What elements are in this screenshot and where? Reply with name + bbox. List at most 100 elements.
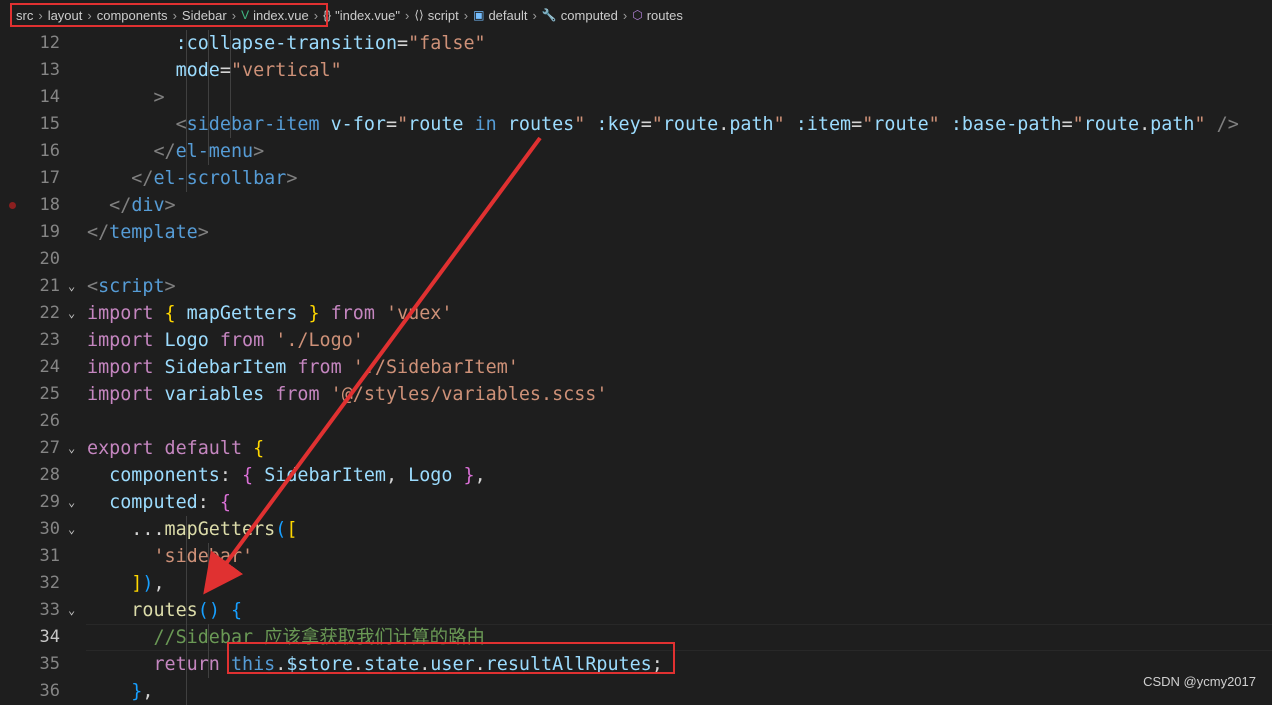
code-token: = [219, 60, 231, 81]
code-line[interactable]: 15 <sidebar-item v-for="route in routes"… [0, 111, 1272, 138]
indent-guide [186, 84, 187, 111]
code-token: div [131, 195, 165, 216]
code-token: ; [651, 654, 663, 675]
code-line[interactable]: 12 :collapse-transition="false" [0, 30, 1272, 57]
code-token: = [397, 33, 409, 54]
code-token: SidebarItem [264, 465, 386, 486]
breadcrumb-separator-icon: › [231, 7, 237, 23]
code-line[interactable]: 26 [0, 408, 1272, 435]
code-token: = [851, 114, 863, 135]
code-line[interactable]: 18 </div> [0, 192, 1272, 219]
breadcrumb-item[interactable]: ⟨⟩ script [414, 8, 458, 23]
code-line[interactable]: 21 ⌄ <script> [0, 273, 1272, 300]
code-line[interactable]: 19 </template> [0, 219, 1272, 246]
fold-chevron-icon[interactable]: ⌄ [68, 300, 75, 327]
code-text: 'sidebar' [87, 543, 253, 570]
code-token: route [408, 114, 464, 135]
code-text: import SidebarItem from './SidebarItem' [87, 354, 519, 381]
code-token: route [662, 114, 719, 135]
code-line[interactable]: 36 }, [0, 678, 1272, 705]
breadcrumb-label: components [96, 7, 168, 23]
breadcrumb-item[interactable]: {} "index.vue" [323, 8, 400, 23]
code-text: ...mapGetters([ [87, 516, 297, 543]
code-editor[interactable]: 12 :collapse-transition="false" 13 mode="… [0, 30, 1272, 705]
code-token: < [87, 276, 99, 297]
breadcrumb-label: src [16, 7, 34, 23]
line-number: 13 [39, 60, 60, 80]
code-line[interactable]: 33 ⌄ routes() { [0, 597, 1272, 624]
code-line[interactable]: 28 components: { SidebarItem, Logo }, [0, 462, 1272, 489]
code-token: Logo [408, 465, 453, 486]
fold-chevron-icon[interactable]: ⌄ [68, 273, 75, 300]
code-token: </ [87, 222, 110, 243]
braces-icon: {} [323, 8, 332, 22]
line-number: 12 [39, 33, 60, 53]
vue-file-icon: V [241, 8, 250, 22]
fold-chevron-icon[interactable]: ⌄ [68, 597, 75, 624]
breadcrumb-separator-icon: › [87, 7, 92, 23]
breadcrumb-separator-icon: › [463, 7, 469, 23]
breadcrumb-item[interactable]: components [97, 8, 168, 23]
code-token: > [164, 195, 176, 216]
breadcrumb-item[interactable]: layout [48, 8, 83, 23]
code-line[interactable]: 29 ⌄ computed: { [0, 489, 1272, 516]
line-number: 30 [39, 519, 60, 539]
code-token: template [109, 222, 198, 243]
code-line[interactable]: 24 import SidebarItem from './SidebarItem… [0, 354, 1272, 381]
code-line[interactable]: 34 //Sidebar 应该拿获取我们计算的路由 [0, 624, 1272, 651]
code-token: route [1083, 114, 1140, 135]
code-token: routes [131, 600, 198, 621]
fold-chevron-icon[interactable]: ⌄ [68, 489, 75, 516]
code-token: v-for [330, 114, 386, 135]
line-number: 16 [39, 141, 60, 161]
breadcrumb-separator-icon: › [622, 7, 628, 23]
code-token: = [385, 114, 398, 135]
code-line[interactable]: 14 > [0, 84, 1272, 111]
code-token: : [219, 465, 243, 486]
breadcrumb-label: script [427, 7, 459, 23]
code-token: :item [795, 114, 852, 135]
code-line[interactable]: 22 ⌄ import { mapGetters } from 'vuex' [0, 300, 1272, 327]
code-token: = [640, 114, 652, 135]
code-text: //Sidebar 应该拿获取我们计算的路由 [87, 624, 484, 651]
breadcrumb-item[interactable]: Vindex.vue [241, 8, 309, 23]
code-token: " [862, 114, 874, 135]
code-line[interactable]: 25 import variables from '@/styles/variab… [0, 381, 1272, 408]
breadcrumb-item[interactable]: ⬡ routes [632, 8, 683, 23]
breakpoint-dot-icon[interactable] [9, 202, 16, 209]
code-line[interactable]: 31 'sidebar' [0, 543, 1272, 570]
breadcrumb-item[interactable]: Sidebar [182, 8, 227, 23]
code-line[interactable]: 13 mode="vertical" [0, 57, 1272, 84]
line-number: 32 [39, 573, 60, 593]
code-token: " [1194, 114, 1206, 135]
breadcrumb-item[interactable]: ▣ default [473, 8, 527, 23]
fold-chevron-icon[interactable]: ⌄ [68, 435, 75, 462]
symbol-variable-icon: ▣ [473, 8, 485, 22]
code-token: > [253, 141, 265, 162]
code-token: "vertical" [230, 60, 342, 81]
indent-guide [229, 84, 231, 111]
code-line[interactable]: 16 </el-menu> [0, 138, 1272, 165]
code-line[interactable]: 30 ⌄ ...mapGetters([ [0, 516, 1272, 543]
breadcrumb-item[interactable]: src [16, 8, 33, 23]
fold-chevron-icon[interactable]: ⌄ [68, 516, 75, 543]
code-text: import { mapGetters } from 'vuex' [87, 300, 452, 327]
code-token: export [87, 438, 154, 459]
code-token: state [363, 654, 420, 675]
code-line[interactable]: 17 </el-scrollbar> [0, 165, 1272, 192]
code-line[interactable]: 35 return this.$store.state.user.resultA… [0, 651, 1272, 678]
code-line[interactable]: 23 import Logo from './Logo' [0, 327, 1272, 354]
code-line[interactable]: 27 ⌄ export default { [0, 435, 1272, 462]
code-line[interactable]: 20 [0, 246, 1272, 273]
code-token: 'sidebar' [153, 546, 254, 567]
breadcrumb-item[interactable]: 🔧 computed [542, 8, 618, 23]
code-line[interactable]: 32 ]), [0, 570, 1272, 597]
